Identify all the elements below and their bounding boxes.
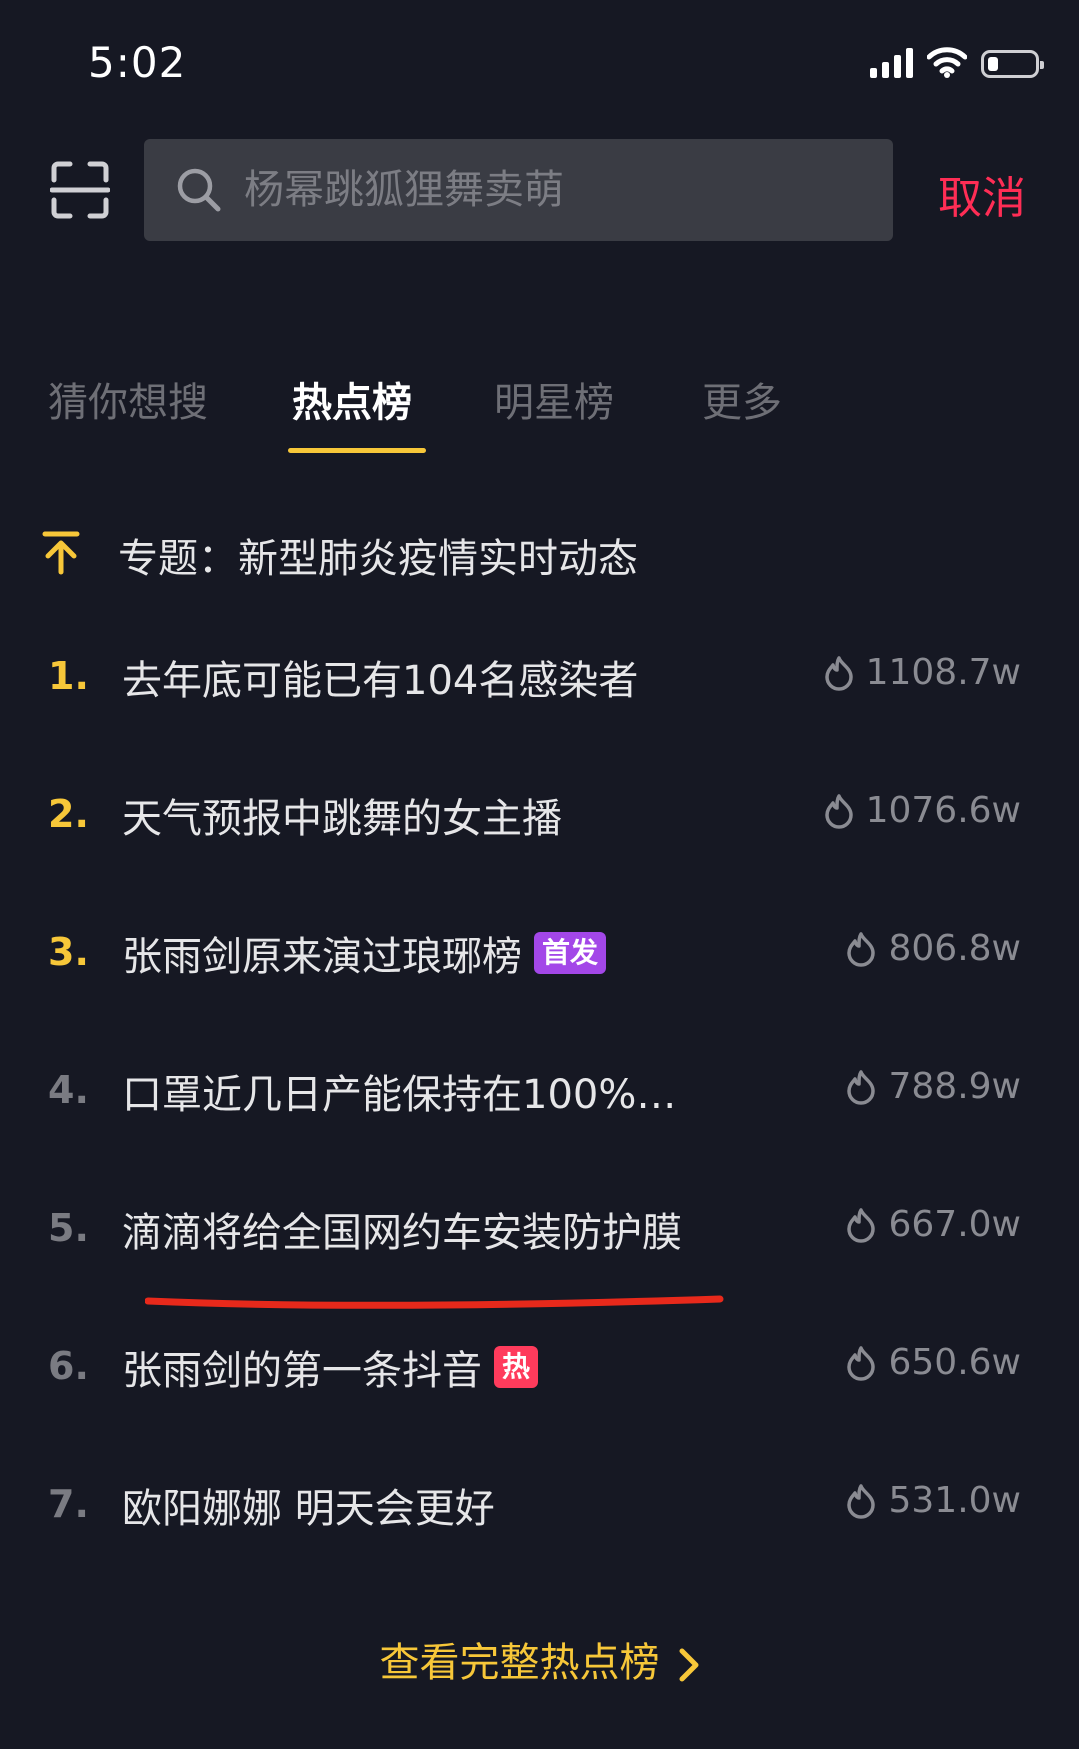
heat-number: 650.6w (888, 1342, 1021, 1383)
heat-value: 1076.6w (824, 790, 1021, 831)
hot-item-title-text: 张雨剑的第一条抖音 (122, 1348, 482, 1394)
heat-value: 788.9w (846, 1066, 1021, 1107)
rank-number: 7. (48, 1482, 89, 1526)
hot-list-item[interactable]: 7. 欧阳娜娜 明天会更好 531.0w (0, 1462, 1079, 1552)
flame-icon (847, 931, 876, 967)
hot-item-title: 张雨剑的第一条抖音热 (122, 1338, 539, 1396)
hot-list-item[interactable]: 5. 滴滴将给全国网约车安装防护膜 667.0w (0, 1186, 1079, 1276)
topic-row[interactable]: 专题：新型肺炎疫情实时动态 (0, 520, 1079, 590)
hot-list-item[interactable]: 3. 张雨剑原来演过琅琊榜 首发 806.8w (0, 910, 1079, 1000)
hot-item-title-text: 滴滴将给全国网约车安装防护膜 (122, 1210, 682, 1256)
hot-item-title: 天气预报中跳舞的女主播 (122, 786, 562, 844)
heat-value: 650.6w (846, 1342, 1021, 1383)
rank-number: 4. (48, 1068, 89, 1112)
scan-button[interactable] (49, 160, 111, 220)
tab-guess-search[interactable]: 猜你想搜 (48, 370, 208, 428)
search-box[interactable] (144, 139, 893, 241)
heat-number: 531.0w (888, 1480, 1021, 1521)
topic-text: 专题：新型肺炎疫情实时动态 (118, 536, 638, 582)
hot-badge: 热 (494, 1346, 539, 1388)
cancel-button[interactable]: 取消 (938, 162, 1026, 226)
status-time: 5:02 (88, 38, 187, 87)
hot-item-title-text: 张雨剑原来演过琅琊榜 (122, 934, 522, 980)
rank-number: 5. (48, 1206, 89, 1250)
flame-icon (847, 1483, 876, 1519)
heat-number: 667.0w (888, 1204, 1021, 1245)
hot-item-title-text: 去年底可能已有104名感染者 (122, 658, 639, 704)
rank-number: 2. (48, 792, 89, 836)
hot-item-title: 口罩近几日产能保持在100%… (122, 1062, 676, 1120)
hot-item-title-text: 天气预报中跳舞的女主播 (122, 796, 562, 842)
battery-level (988, 57, 998, 71)
hot-item-title: 张雨剑原来演过琅琊榜 首发 (122, 924, 607, 982)
pin-top-icon (42, 531, 80, 575)
cellular-signal-icon (870, 46, 913, 78)
hot-item-title-text: 口罩近几日产能保持在100%… (122, 1072, 677, 1118)
flame-icon (824, 793, 853, 829)
rank-number: 1. (48, 654, 89, 698)
tab-bar: 猜你想搜 热点榜 明星榜 更多 (0, 370, 1079, 450)
scan-icon (49, 161, 111, 219)
search-icon (177, 168, 221, 212)
hot-item-title: 欧阳娜娜 明天会更好 (122, 1476, 495, 1534)
hot-list-item[interactable]: 2. 天气预报中跳舞的女主播 1076.6w (0, 772, 1079, 862)
hot-list-item[interactable]: 1. 去年底可能已有104名感染者 1108.7w (0, 634, 1079, 724)
search-input[interactable] (244, 139, 864, 241)
flame-icon (847, 1345, 876, 1381)
battery-icon (981, 50, 1044, 78)
flame-icon (824, 655, 853, 691)
wifi-icon (927, 47, 967, 78)
view-all-label: 查看完整热点榜 (379, 1640, 660, 1686)
status-bar: 5:02 (0, 0, 1079, 135)
rank-number: 3. (48, 930, 89, 974)
flame-icon (847, 1207, 876, 1243)
hot-item-title: 滴滴将给全国网约车安装防护膜 (122, 1200, 682, 1258)
flame-icon (847, 1069, 876, 1105)
tab-star-list[interactable]: 明星榜 (494, 370, 614, 428)
heat-number: 1076.6w (865, 790, 1021, 831)
red-underline-annotation (145, 1295, 724, 1309)
status-icons (870, 46, 1044, 78)
heat-value: 531.0w (846, 1480, 1021, 1521)
first-release-badge: 首发 (534, 932, 607, 974)
heat-value: 806.8w (846, 928, 1021, 969)
chevron-right-icon (679, 1648, 698, 1682)
tab-hot-list[interactable]: 热点榜 (292, 370, 412, 428)
heat-value: 667.0w (846, 1204, 1021, 1245)
heat-number: 1108.7w (865, 652, 1021, 693)
hot-list-item[interactable]: 6. 张雨剑的第一条抖音热 650.6w (0, 1324, 1079, 1414)
heat-number: 788.9w (888, 1066, 1021, 1107)
heat-number: 806.8w (888, 928, 1021, 969)
hot-item-title: 去年底可能已有104名感染者 (122, 648, 638, 706)
view-full-hot-list-link[interactable]: 查看完整热点榜 (0, 1630, 1079, 1688)
hot-list-item[interactable]: 4. 口罩近几日产能保持在100%… 788.9w (0, 1048, 1079, 1138)
heat-value: 1108.7w (824, 652, 1021, 693)
hot-item-title-text: 欧阳娜娜 明天会更好 (122, 1486, 495, 1532)
rank-number: 6. (48, 1344, 89, 1388)
active-tab-indicator (288, 448, 426, 453)
tab-more[interactable]: 更多 (702, 370, 782, 428)
